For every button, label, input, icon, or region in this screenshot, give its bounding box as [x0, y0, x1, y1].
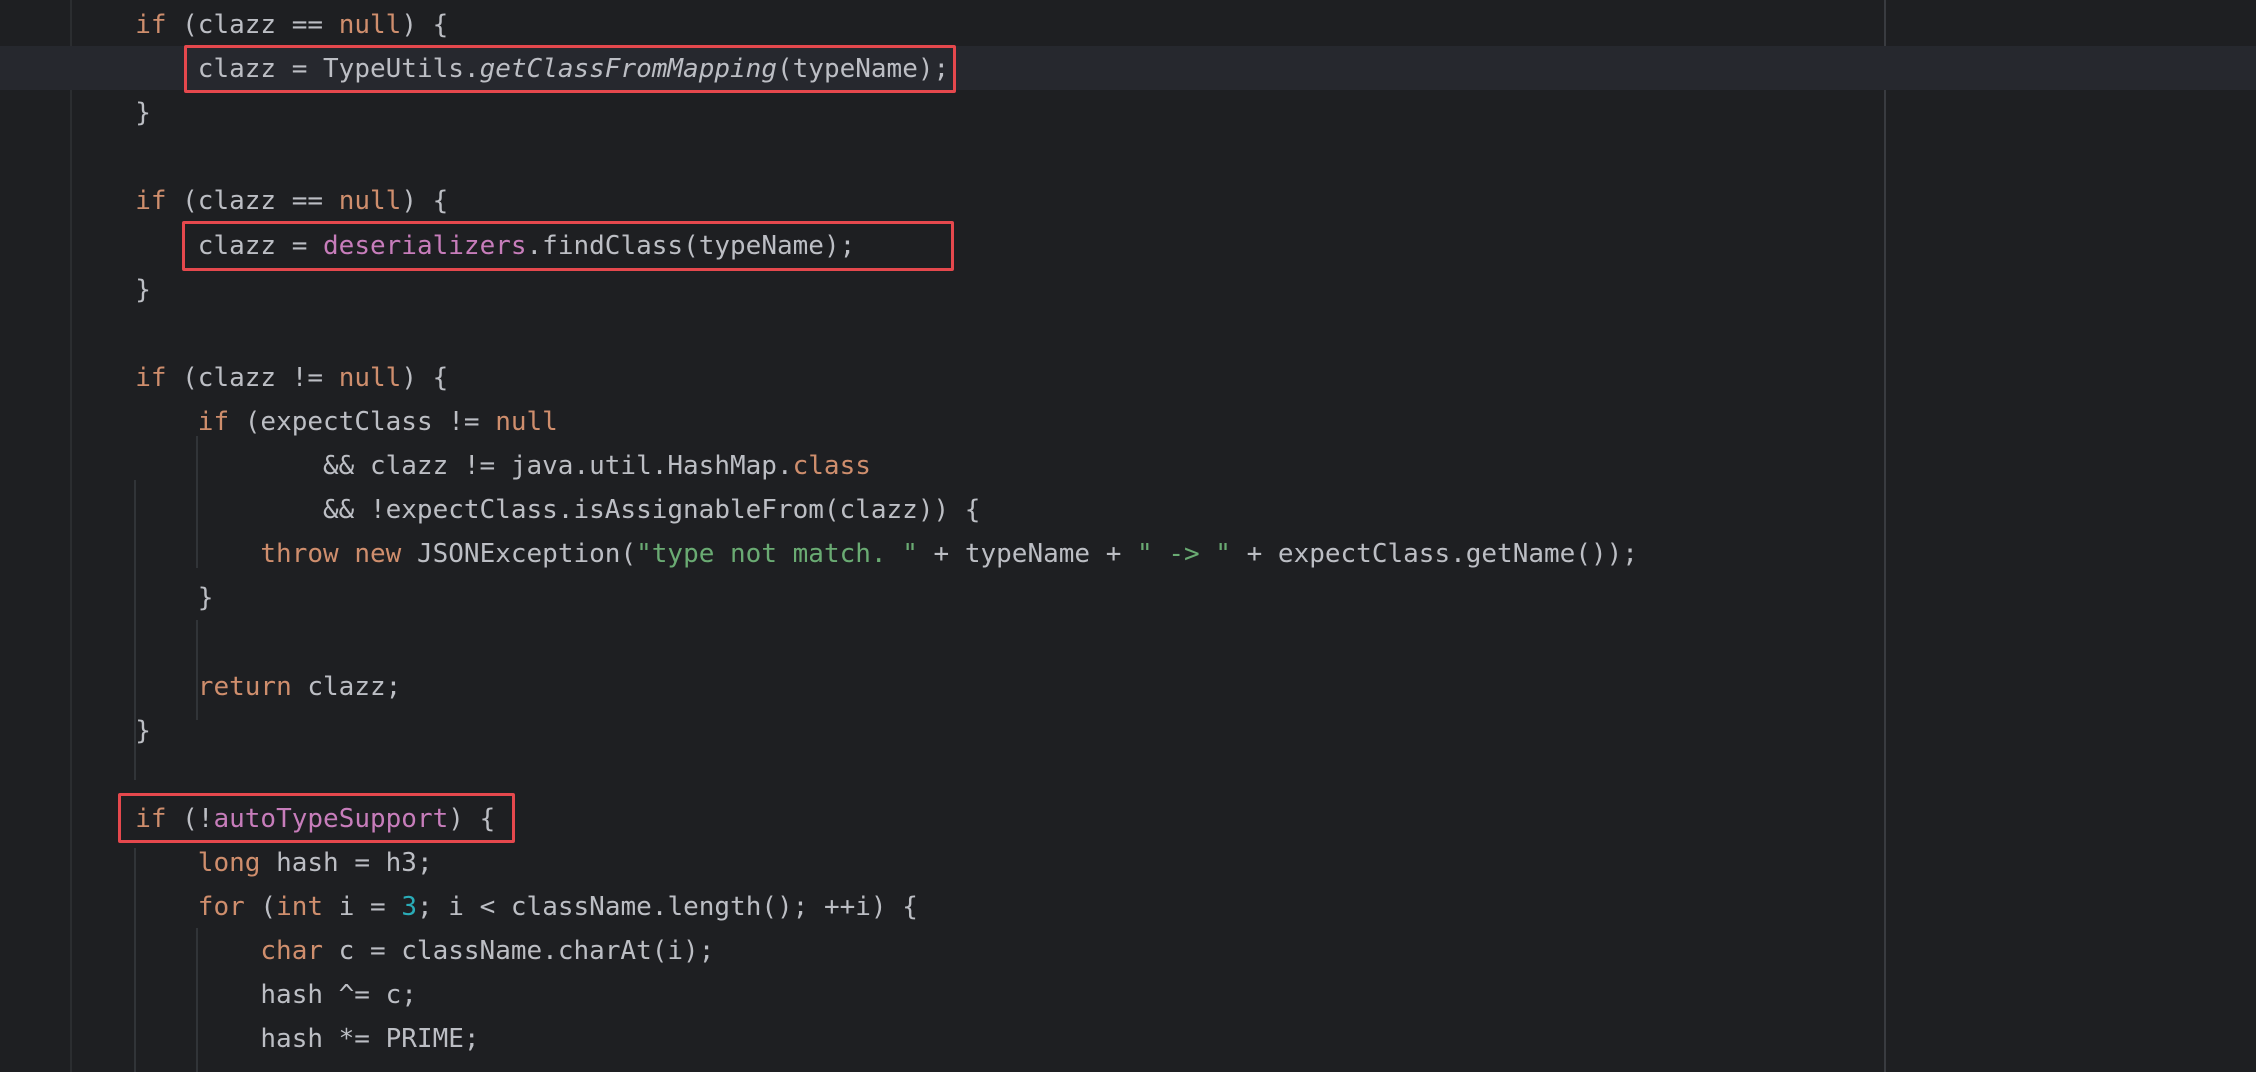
indent-guide: [196, 928, 198, 1072]
code-line[interactable]: return clazz;: [198, 665, 402, 709]
code-token: JSONException(: [401, 539, 637, 570]
code-token: new: [354, 539, 402, 570]
code-token: if: [135, 362, 167, 393]
code-token: hash = h3;: [260, 847, 433, 878]
code-token: long: [197, 847, 261, 878]
code-token: if: [135, 10, 167, 40]
code-token: && !expectClass.isAssignableFrom(clazz))…: [323, 495, 981, 526]
code-token: for: [197, 892, 245, 922]
code-token: i =: [323, 892, 402, 922]
code-token: c = className.charAt(i);: [323, 936, 715, 967]
code-token: " -> ": [1137, 539, 1231, 570]
code-line[interactable]: if (expectClass != null: [198, 400, 558, 444]
highlight-box: [182, 221, 954, 271]
code-token: hash *= PRIME;: [260, 1024, 480, 1055]
code-line[interactable]: }: [135, 709, 151, 753]
code-line[interactable]: for (int i = 3; i < className.length(); …: [198, 885, 918, 929]
code-token: (expectClass !=: [229, 406, 496, 437]
code-token: }: [197, 583, 214, 614]
code-line[interactable]: char c = className.charAt(i);: [260, 929, 714, 973]
gutter-divider: [70, 0, 72, 1072]
code-token: return: [197, 671, 292, 702]
code-token: && clazz != java.util.HashMap.: [323, 451, 793, 481]
code-token: + typeName +: [917, 539, 1138, 570]
code-token: class: [792, 451, 871, 481]
code-token: (clazz ==: [166, 186, 339, 217]
code-editor[interactable]: if (clazz == null) {clazz = TypeUtils.ge…: [0, 0, 2256, 1072]
code-line[interactable]: if (clazz != null) {: [135, 356, 448, 400]
code-line[interactable]: }: [135, 91, 151, 135]
code-token: null: [338, 10, 402, 40]
code-line[interactable]: throw new JSONException("type not match.…: [260, 532, 1638, 576]
code-token: char: [260, 936, 324, 967]
code-token: + expectClass.getName());: [1230, 539, 1638, 570]
code-line[interactable]: && !expectClass.isAssignableFrom(clazz))…: [323, 488, 980, 532]
code-token: 3: [401, 892, 417, 922]
indent-guide: [134, 848, 136, 1072]
code-token: ; i < className.length(); ++i) {: [416, 892, 918, 922]
code-line[interactable]: if (clazz == null) {: [135, 3, 448, 47]
highlight-box: [184, 45, 956, 93]
code-line[interactable]: long hash = h3;: [198, 841, 433, 885]
code-line[interactable]: if (clazz == null) {: [135, 179, 448, 223]
code-token: (: [244, 892, 277, 922]
code-line[interactable]: hash *= PRIME;: [260, 1017, 479, 1061]
code-token: (clazz !=: [166, 362, 339, 393]
code-token: null: [338, 362, 402, 393]
code-token: ) {: [401, 10, 449, 40]
code-token: }: [135, 98, 151, 129]
code-token: clazz;: [291, 671, 402, 702]
code-line[interactable]: }: [135, 268, 151, 312]
code-token: "type not match. ": [636, 539, 918, 570]
code-line[interactable]: }: [198, 576, 214, 620]
code-token: hash ^= c;: [260, 980, 417, 1011]
right-margin-guide: [1884, 0, 1886, 1072]
code-token: null: [338, 186, 402, 217]
code-line[interactable]: hash ^= c;: [260, 973, 417, 1017]
highlight-box: [118, 793, 515, 843]
code-token: throw: [260, 539, 339, 570]
code-token: if: [135, 186, 167, 217]
code-token: null: [495, 406, 558, 437]
code-line[interactable]: && clazz != java.util.HashMap.class: [323, 444, 871, 488]
code-token: }: [135, 715, 151, 746]
code-token: }: [135, 274, 151, 305]
code-token: if: [197, 406, 230, 437]
code-token: ) {: [401, 186, 449, 217]
code-token: ) {: [401, 362, 449, 393]
code-token: int: [276, 892, 324, 922]
code-token: (clazz ==: [166, 10, 339, 40]
indent-guide: [196, 436, 198, 568]
